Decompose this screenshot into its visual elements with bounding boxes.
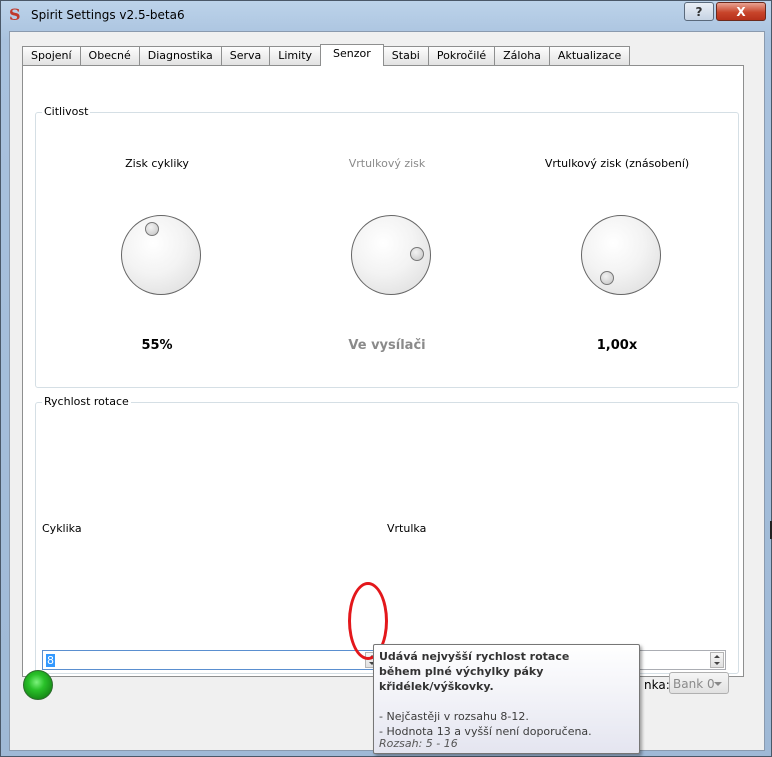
cyclic-gain-label: Zisk cykliky (125, 157, 189, 170)
knob-indicator (410, 247, 424, 261)
tail-gain-label: Vrtulkový zisk (348, 157, 426, 170)
cyclic-label: Cyklika (42, 522, 82, 535)
knob-indicator (600, 271, 614, 285)
cyclic-rate-spinbox[interactable]: 8 (42, 650, 381, 670)
chevron-down-icon (714, 682, 722, 686)
close-button[interactable]: X (716, 2, 766, 21)
tooltip-note-1: - Nejčastěji v rozsahu 8-12. (379, 710, 529, 723)
spin-down-arrow-icon[interactable] (714, 662, 720, 665)
tab-limity[interactable]: Limity (269, 46, 322, 65)
connection-status-led-icon (23, 670, 53, 700)
tail-gain-value: Ve vysílači (348, 338, 426, 353)
client-area: Spojení Obecné Diagnostika Serva Limity … (9, 31, 765, 751)
bank-select-value: Bank 0 (673, 677, 715, 691)
tail-gain-multiplier-value: 1,00x (596, 338, 638, 353)
title-bar[interactable]: S Spirit Settings v2.5-beta6 ? X (1, 1, 771, 29)
rotation-rate-tooltip: Udává nejvyšší rychlost rotace během pln… (373, 644, 640, 754)
tooltip-line-1: Udává nejvyšší rychlost rotace (379, 650, 570, 663)
rudder-rate-spin-buttons[interactable] (710, 652, 724, 668)
senzor-tab-panel: Citlivost Zisk cykliky 55% Vrtulkový zis… (22, 65, 744, 677)
sensitivity-group-title: Citlivost (42, 105, 91, 118)
spin-up-arrow-icon[interactable] (714, 655, 720, 658)
tab-stabi[interactable]: Stabi (382, 46, 429, 65)
rudder-label: Vrtulka (387, 522, 427, 535)
tab-serva[interactable]: Serva (220, 46, 271, 65)
tab-diagnostika[interactable]: Diagnostika (138, 46, 222, 65)
spirit-logo-icon: S (9, 5, 21, 24)
cyclic-rate-value: 8 (46, 654, 55, 667)
cyclic-gain-value: 55% (141, 338, 173, 353)
tooltip-range: Rozsah: 5 - 16 (379, 737, 458, 750)
tab-senzor[interactable]: Senzor (320, 44, 384, 66)
sensitivity-group: Citlivost Zisk cykliky 55% Vrtulkový zis… (35, 105, 739, 388)
tab-bar: Spojení Obecné Diagnostika Serva Limity … (22, 44, 631, 66)
bank-label: nka: (644, 678, 670, 692)
rotation-rate-group: Rychlost rotace (35, 395, 739, 674)
help-button[interactable]: ? (684, 2, 714, 21)
bank-select[interactable]: Bank 0 (669, 672, 729, 694)
tab-obecne[interactable]: Obecné (79, 46, 140, 65)
tail-gain-knob[interactable] (351, 215, 431, 295)
tab-zaloha[interactable]: Záloha (494, 46, 550, 65)
rotation-rate-group-title: Rychlost rotace (42, 395, 131, 408)
window-title: Spirit Settings v2.5-beta6 (31, 8, 185, 22)
tab-pokrocile[interactable]: Pokročilé (427, 46, 496, 65)
tail-gain-multiplier-label: Vrtulkový zisk (znásobení) (544, 157, 690, 170)
tooltip-line-2: během plné výchylky páky křidélek/výškov… (379, 665, 544, 693)
tab-spojeni[interactable]: Spojení (22, 46, 81, 65)
cyclic-gain-knob[interactable] (121, 215, 201, 295)
knob-indicator (145, 222, 159, 236)
tab-aktualizace[interactable]: Aktualizace (548, 46, 631, 65)
tail-gain-multiplier-knob[interactable] (581, 215, 661, 295)
